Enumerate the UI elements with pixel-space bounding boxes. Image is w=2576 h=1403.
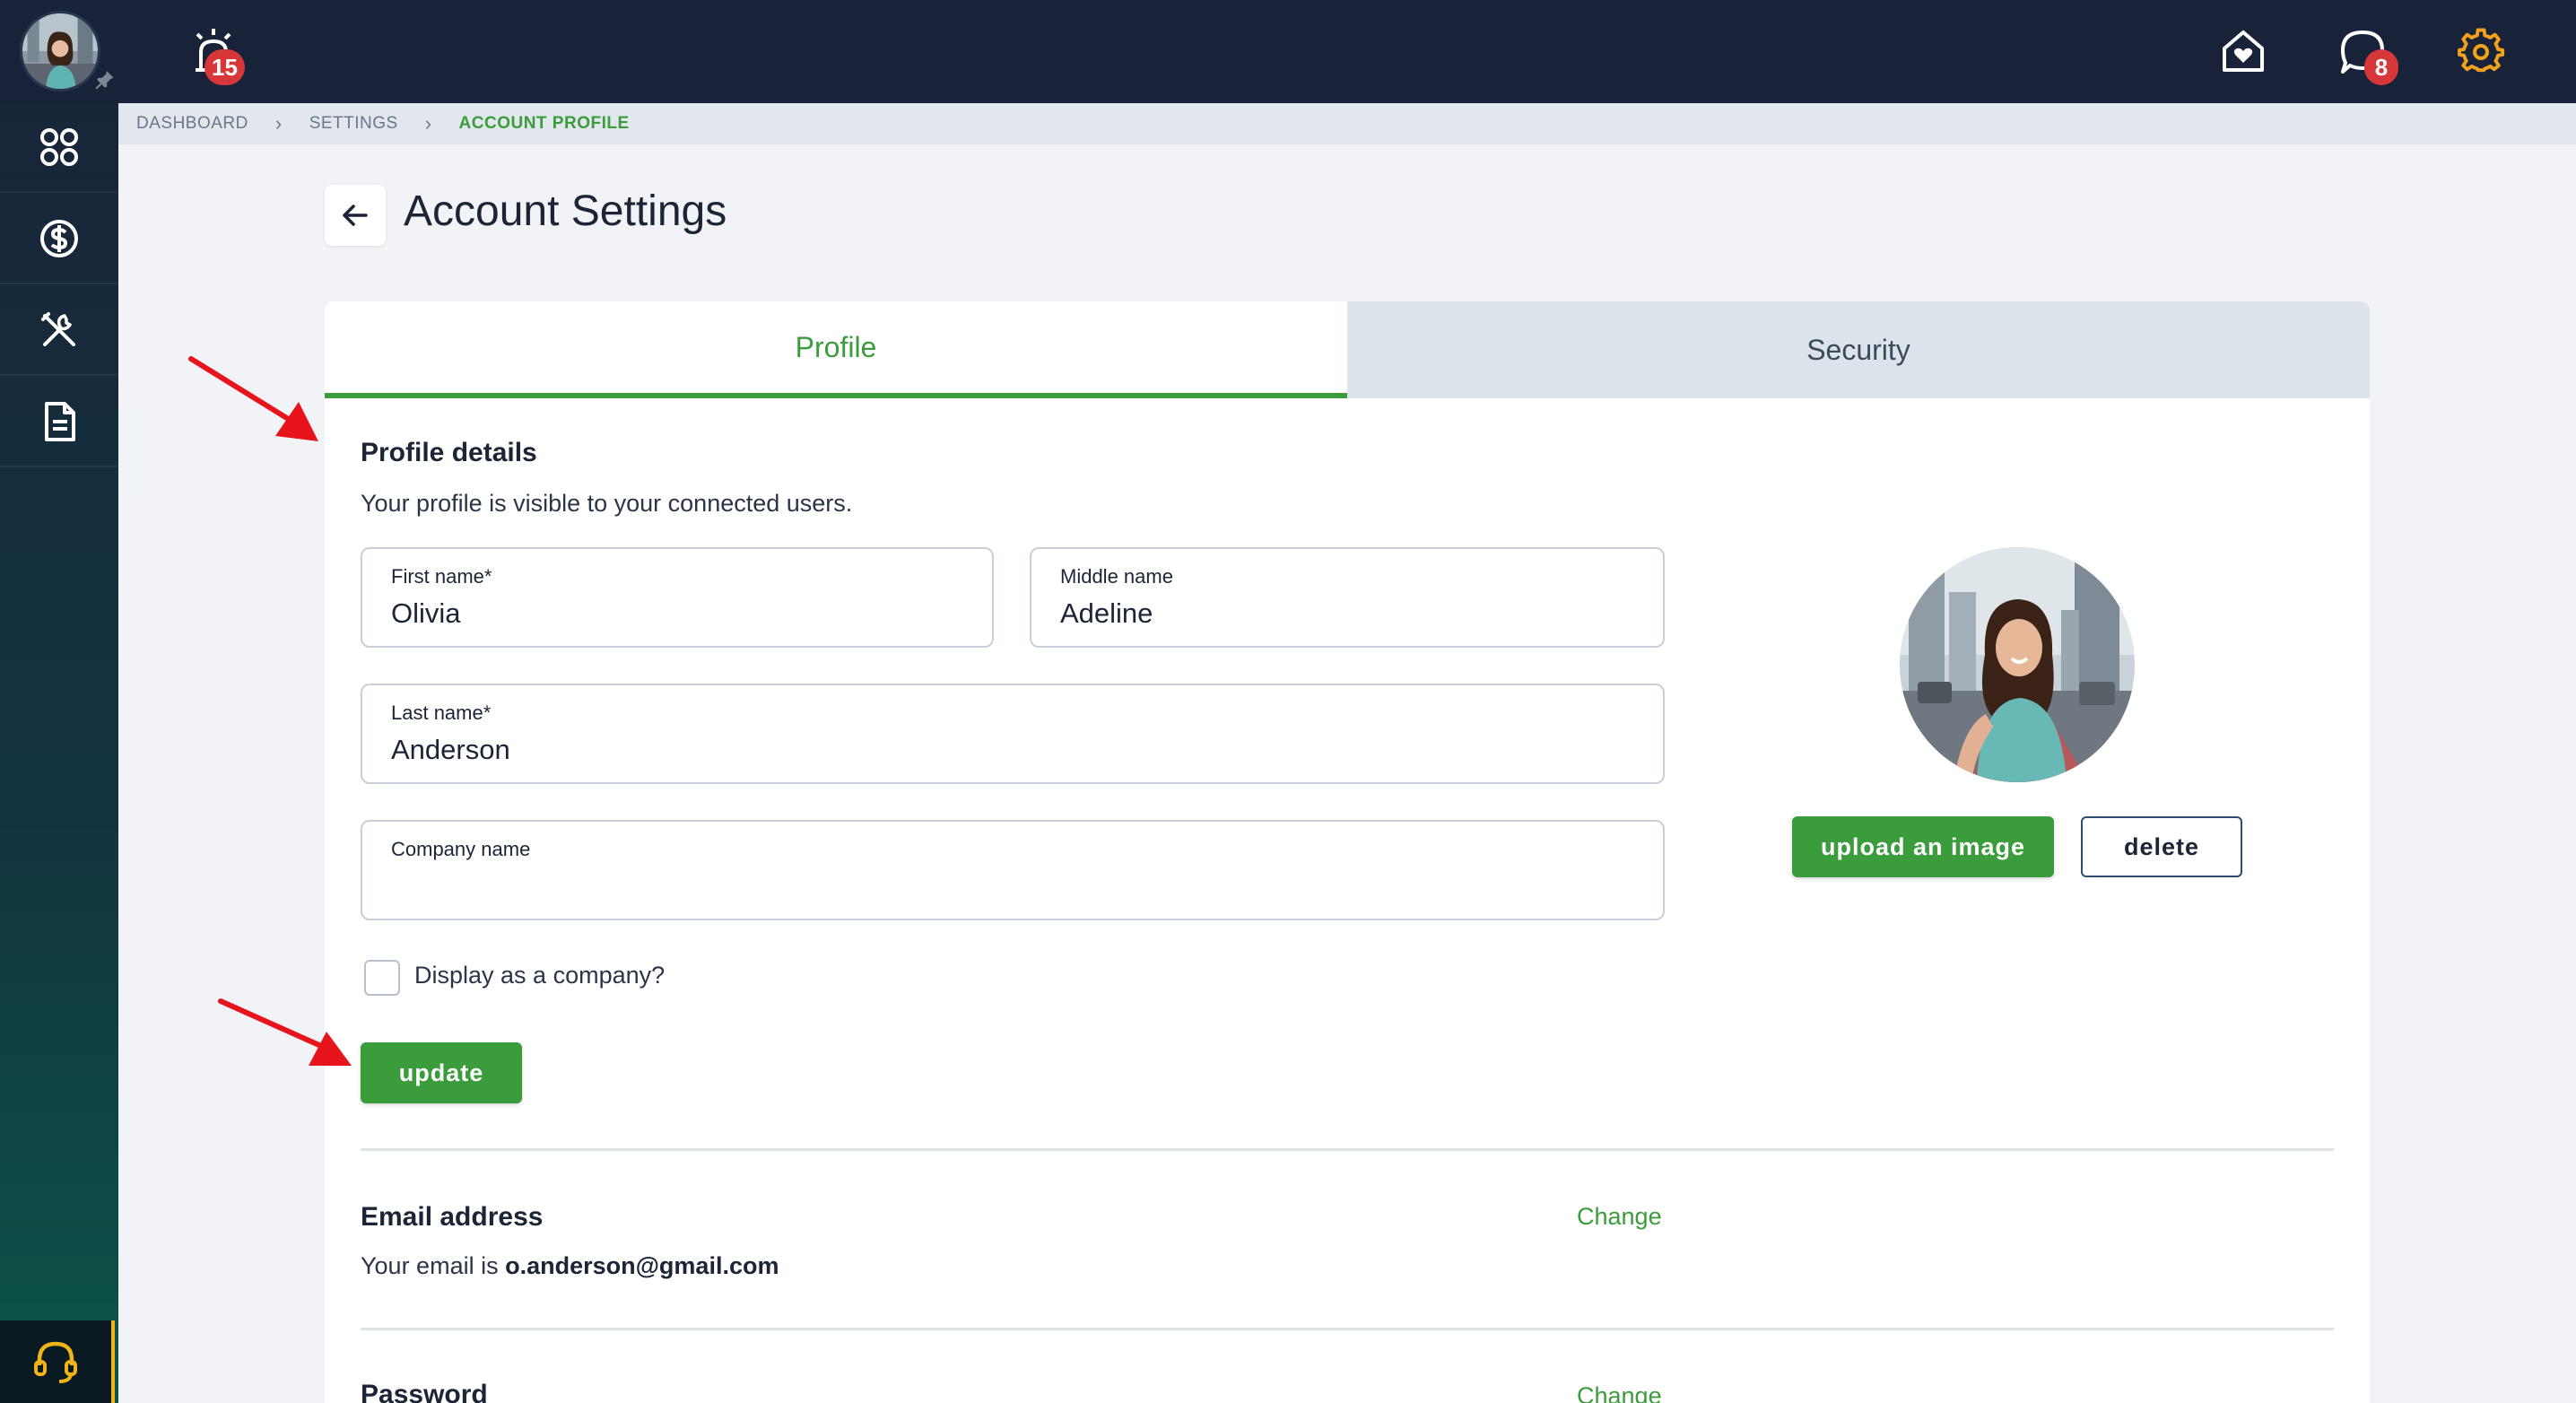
- user-avatar[interactable]: [20, 11, 100, 92]
- chevron-right-icon: ›: [274, 112, 283, 135]
- breadcrumb-account-profile: ACCOUNT PROFILE: [458, 114, 630, 133]
- pin-icon[interactable]: [93, 68, 117, 92]
- annotation-arrow-icon: [188, 356, 318, 441]
- back-button[interactable]: [325, 185, 386, 246]
- sidebar-item-tools[interactable]: [0, 286, 118, 376]
- sidebar: [0, 103, 118, 1403]
- breadcrumb-dashboard[interactable]: DASHBOARD: [136, 114, 248, 134]
- headset-icon: [34, 1341, 77, 1383]
- chat-count-badge: 8: [2364, 49, 2398, 85]
- change-email-link[interactable]: Change: [1577, 1203, 1662, 1231]
- profile-details-subtitle: Your profile is visible to your connecte…: [361, 490, 853, 517]
- page-title: Account Settings: [404, 187, 727, 235]
- profile-details-heading: Profile details: [361, 438, 537, 467]
- home-heart-icon[interactable]: [2219, 27, 2267, 75]
- password-heading: Password: [361, 1380, 488, 1403]
- last-name-label: Last name*: [391, 702, 492, 724]
- middle-name-label: Middle name: [1060, 565, 1173, 588]
- sidebar-item-documents[interactable]: [0, 378, 118, 467]
- sidebar-item-finance[interactable]: [0, 195, 118, 284]
- email-value: o.anderson@gmail.com: [505, 1252, 779, 1279]
- first-name-field[interactable]: First name* Olivia: [361, 547, 994, 648]
- company-name-label: Company name: [391, 838, 531, 860]
- divider: [361, 1148, 2334, 1151]
- middle-name-value[interactable]: Adeline: [1060, 597, 1153, 630]
- last-name-field[interactable]: Last name* Anderson: [361, 684, 1665, 784]
- first-name-value[interactable]: Olivia: [391, 597, 461, 630]
- delete-image-button[interactable]: delete: [2081, 816, 2242, 877]
- tab-profile[interactable]: Profile: [325, 301, 1347, 398]
- company-name-field[interactable]: Company name: [361, 820, 1665, 920]
- email-info: Your email is o.anderson@gmail.com: [361, 1252, 779, 1280]
- avatar-photo-icon: [22, 13, 98, 89]
- middle-name-field[interactable]: Middle name Adeline: [1030, 547, 1665, 648]
- update-button[interactable]: update: [361, 1042, 522, 1103]
- sidebar-item-dashboard[interactable]: [0, 103, 118, 193]
- tab-security[interactable]: Security: [1347, 301, 2370, 398]
- last-name-value[interactable]: Anderson: [391, 734, 510, 766]
- divider: [361, 1328, 2334, 1330]
- settings-gear-icon[interactable]: [2456, 27, 2506, 77]
- support-button[interactable]: [0, 1320, 115, 1403]
- breadcrumb-settings[interactable]: SETTINGS: [309, 114, 398, 134]
- breadcrumb: DASHBOARD › SETTINGS › ACCOUNT PROFILE: [118, 103, 2576, 144]
- grid-circles-icon: [40, 128, 78, 166]
- annotation-arrow-icon: [218, 998, 352, 1066]
- dollar-circle-icon: [40, 220, 78, 257]
- display-as-company-checkbox[interactable]: [364, 960, 400, 996]
- first-name-label: First name*: [391, 565, 492, 588]
- top-bar: 15 8: [0, 0, 2576, 103]
- change-password-link[interactable]: Change: [1577, 1382, 1662, 1403]
- email-heading: Email address: [361, 1202, 544, 1232]
- alarm-count-badge: 15: [205, 49, 245, 85]
- display-as-company-label[interactable]: Display as a company?: [414, 962, 665, 989]
- upload-image-button[interactable]: upload an image: [1792, 816, 2054, 877]
- profile-photo: [1900, 547, 2135, 782]
- email-prefix: Your email is: [361, 1252, 506, 1279]
- profile-photo-image-icon: [1900, 547, 2135, 782]
- chevron-right-icon: ›: [424, 112, 432, 135]
- document-icon: [45, 402, 75, 441]
- arrow-left-icon: [343, 205, 368, 226]
- tools-icon: [41, 312, 75, 346]
